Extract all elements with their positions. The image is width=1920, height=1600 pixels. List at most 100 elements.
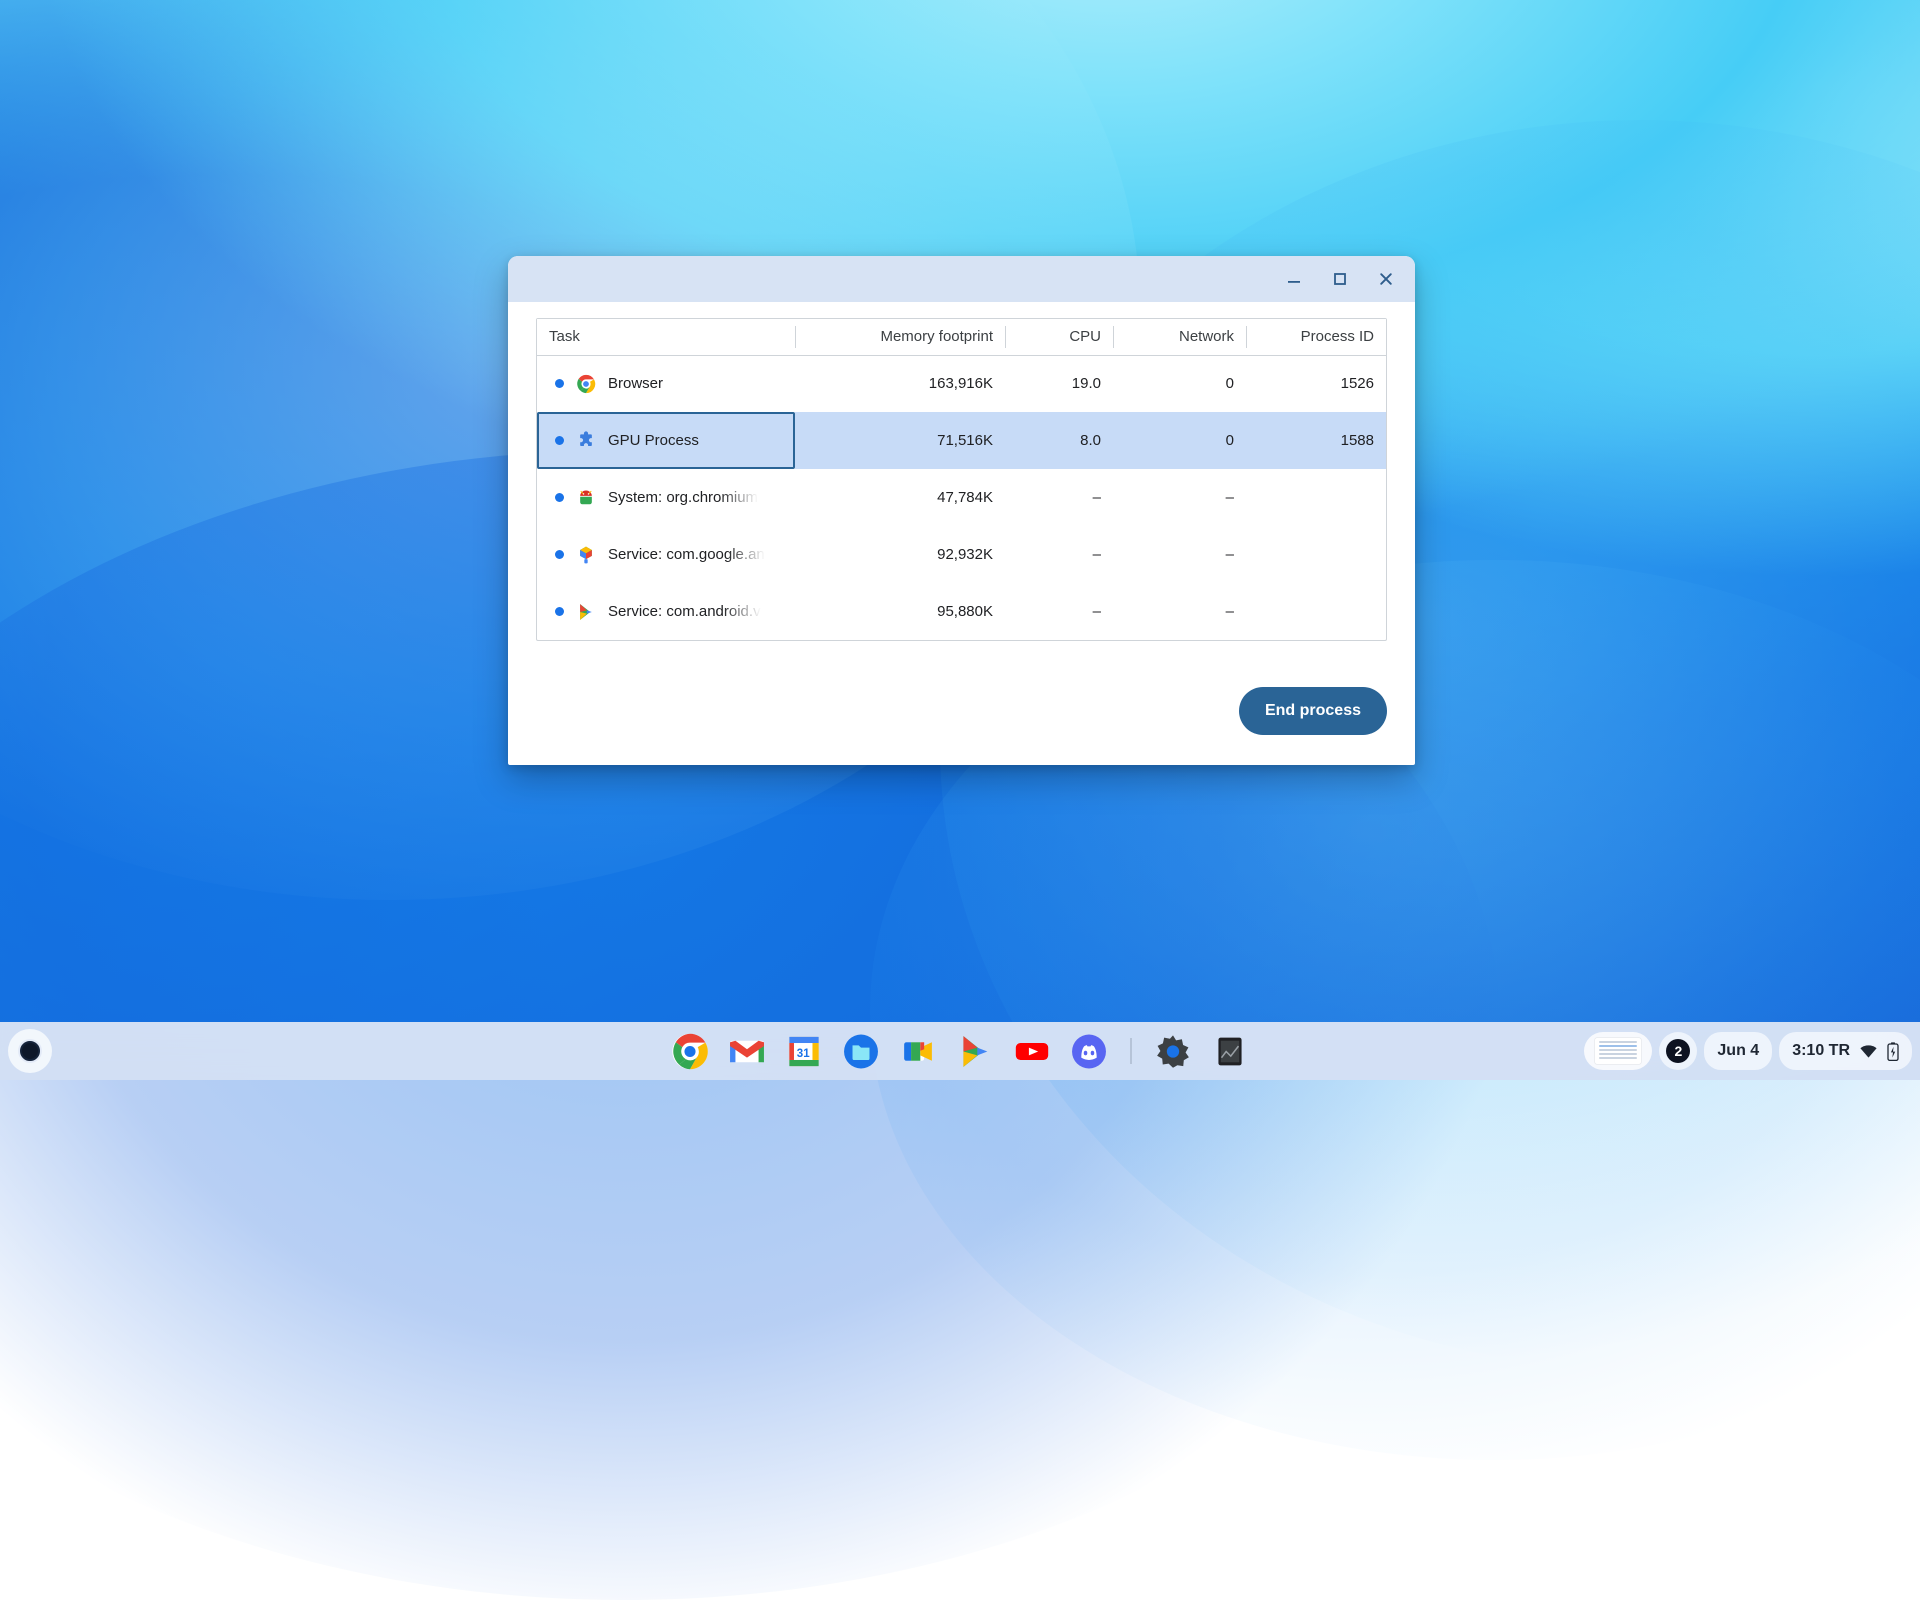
meet-icon (900, 1033, 937, 1070)
shelf-app-terminal-icon[interactable] (1212, 1033, 1249, 1070)
table-row[interactable]: Service: com.android.v 95,880K – – (537, 583, 1386, 640)
cell-memory: 92,932K (795, 526, 1005, 583)
settings-icon (1155, 1033, 1192, 1070)
discord-icon (1071, 1033, 1108, 1070)
android-vending-icon (576, 602, 596, 622)
cell-pid (1246, 526, 1386, 583)
task-label: Service: com.android.v (608, 603, 761, 620)
cell-cpu: – (1005, 469, 1113, 526)
process-status-dot (555, 550, 564, 559)
cell-memory: 47,784K (795, 469, 1005, 526)
system-tray-button[interactable]: 3:10 TR (1779, 1032, 1912, 1070)
table-row[interactable]: Service: com.google.an 92,932K – – (537, 526, 1386, 583)
process-table-container: Task Memory footprint CPU Network Proces… (536, 318, 1387, 641)
table-header: Task Memory footprint CPU Network Proces… (537, 319, 1386, 355)
process-status-dot (555, 493, 564, 502)
preview-line (1599, 1057, 1637, 1059)
column-header-memory[interactable]: Memory footprint (795, 319, 1005, 355)
window-preview-thumbnail (1595, 1038, 1641, 1064)
cell-cpu: 8.0 (1005, 412, 1113, 469)
cell-cpu: – (1005, 583, 1113, 640)
puzzle-piece-icon (576, 431, 596, 451)
svg-text:31: 31 (797, 1047, 810, 1059)
cell-task[interactable]: Service: com.google.an (537, 526, 795, 583)
shelf-app-chrome-icon[interactable] (672, 1033, 709, 1070)
cell-task[interactable]: System: org.chromium (537, 469, 795, 526)
table-header-row: Task Memory footprint CPU Network Proces… (537, 319, 1386, 355)
system-status-area: 2 Jun 4 3:10 TR (1584, 1032, 1912, 1070)
cell-task[interactable]: Service: com.android.v (537, 583, 795, 640)
cell-network: 0 (1113, 355, 1246, 412)
cell-network: – (1113, 583, 1246, 640)
window-titlebar[interactable] (508, 256, 1415, 302)
shelf-app-youtube-icon[interactable] (1014, 1033, 1051, 1070)
task-cell-content: Service: com.android.v (551, 602, 783, 622)
shelf-app-play-store-icon[interactable] (957, 1033, 994, 1070)
table-row[interactable]: System: org.chromium 47,784K – – (537, 469, 1386, 526)
window-preview-button[interactable] (1584, 1032, 1652, 1070)
date-button[interactable]: Jun 4 (1704, 1032, 1772, 1070)
column-header-pid[interactable]: Process ID (1246, 319, 1386, 355)
play-store-icon (957, 1033, 994, 1070)
cell-network: – (1113, 526, 1246, 583)
cell-task[interactable]: GPU Process (537, 412, 795, 469)
preview-line (1599, 1049, 1637, 1051)
shelf-app-discord-icon[interactable] (1071, 1033, 1108, 1070)
clock-label: 3:10 TR (1792, 1042, 1850, 1060)
shelf-separator (1131, 1038, 1132, 1064)
task-cell-content: Browser (551, 374, 783, 394)
battery-icon (1887, 1042, 1899, 1061)
shelf-app-list: 31 (672, 1033, 1249, 1070)
gmail-icon (729, 1033, 766, 1070)
shelf-app-gmail-icon[interactable] (729, 1033, 766, 1070)
shelf-app-files-icon[interactable] (843, 1033, 880, 1070)
shelf: 31 (0, 1022, 1920, 1080)
cell-network: 0 (1113, 412, 1246, 469)
chrome-icon (576, 374, 596, 394)
cell-pid (1246, 583, 1386, 640)
terminal-icon (1212, 1033, 1249, 1070)
task-label: Service: com.google.an (608, 546, 765, 563)
table-body: Browser 163,916K 19.0 0 1526 GPU Process… (537, 355, 1386, 640)
notification-count: 2 (1666, 1039, 1690, 1063)
notification-counter-button[interactable]: 2 (1659, 1032, 1697, 1070)
launcher-icon (20, 1041, 40, 1061)
shelf-app-calendar-icon[interactable]: 31 (786, 1033, 823, 1070)
task-manager-window: Task Memory footprint CPU Network Proces… (508, 256, 1415, 765)
youtube-icon (1014, 1033, 1051, 1070)
close-button[interactable] (1363, 259, 1409, 299)
window-footer: End process (508, 657, 1415, 765)
cell-memory: 163,916K (795, 355, 1005, 412)
cell-pid: 1526 (1246, 355, 1386, 412)
task-cell-content: GPU Process (551, 431, 783, 451)
launcher-button[interactable] (8, 1029, 52, 1073)
process-status-dot (555, 436, 564, 445)
task-label: GPU Process (608, 432, 699, 449)
maximize-button[interactable] (1317, 259, 1363, 299)
cell-memory: 71,516K (795, 412, 1005, 469)
table-row[interactable]: Browser 163,916K 19.0 0 1526 (537, 355, 1386, 412)
column-header-task[interactable]: Task (537, 319, 795, 355)
cell-cpu: – (1005, 526, 1113, 583)
end-process-button[interactable]: End process (1239, 687, 1387, 735)
cell-task[interactable]: Browser (537, 355, 795, 412)
preview-line-highlight (1599, 1045, 1637, 1047)
shelf-app-settings-icon[interactable] (1155, 1033, 1192, 1070)
calendar-icon: 31 (786, 1033, 823, 1070)
process-status-dot (555, 379, 564, 388)
cell-memory: 95,880K (795, 583, 1005, 640)
column-header-cpu[interactable]: CPU (1005, 319, 1113, 355)
task-label: System: org.chromium (608, 489, 758, 506)
google-play-services-icon (576, 545, 596, 565)
table-row[interactable]: GPU Process 71,516K 8.0 0 1588 (537, 412, 1386, 469)
files-icon (843, 1033, 880, 1070)
cell-network: – (1113, 469, 1246, 526)
process-table: Task Memory footprint CPU Network Proces… (537, 319, 1386, 640)
minimize-button[interactable] (1271, 259, 1317, 299)
cell-pid (1246, 469, 1386, 526)
column-header-network[interactable]: Network (1113, 319, 1246, 355)
android-system-icon (576, 488, 596, 508)
cell-pid: 1588 (1246, 412, 1386, 469)
shelf-app-meet-icon[interactable] (900, 1033, 937, 1070)
wifi-icon (1859, 1044, 1878, 1059)
